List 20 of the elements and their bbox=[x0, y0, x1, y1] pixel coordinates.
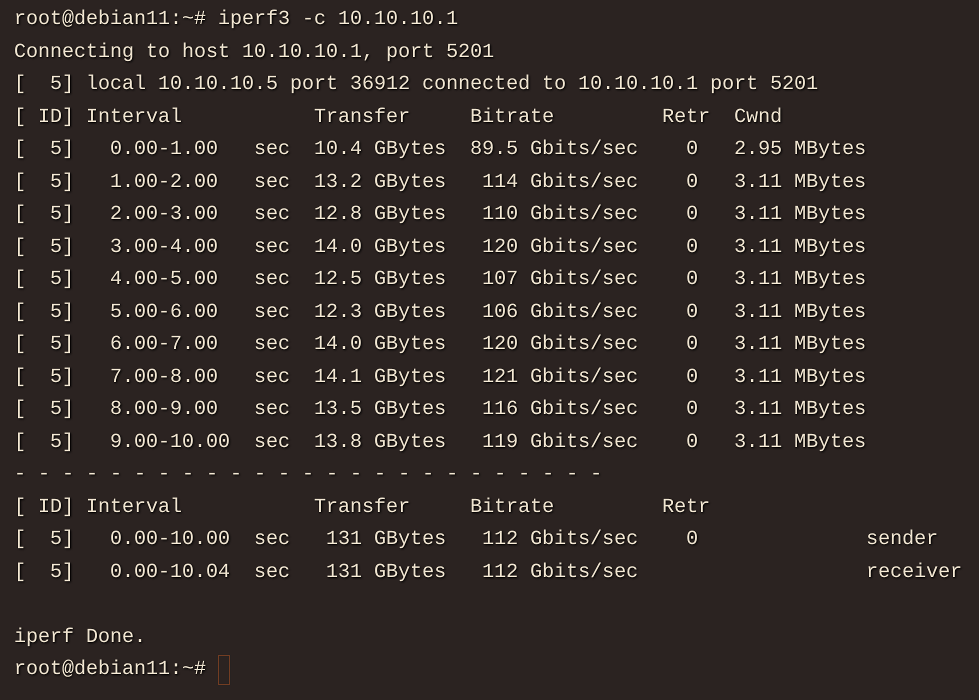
terminal-line: iperf Done. bbox=[14, 624, 146, 650]
terminal-line: - - - - - - - - - - - - - - - - - - - - - - - - - bbox=[14, 462, 602, 488]
terminal-line: [ 5] 8.00-9.00 sec 13.5 GBytes 116 Gbits/sec 0 3.11 MBytes bbox=[14, 397, 866, 423]
terminal-line: root@debian11:~# iperf3 -c 10.10.10.1 bbox=[14, 7, 458, 33]
terminal-line: [ 5] 4.00-5.00 sec 12.5 GBytes 107 Gbits/sec 0 3.11 MBytes bbox=[14, 267, 866, 293]
terminal-line: [ 5] 2.00-3.00 sec 12.8 GBytes 110 Gbits/sec 0 3.11 MBytes bbox=[14, 202, 866, 228]
terminal-line: Connecting to host 10.10.10.1, port 5201 bbox=[14, 40, 494, 66]
terminal-line: [ 5] 0.00-1.00 sec 10.4 GBytes 89.5 Gbits/sec 0 2.95 MBytes bbox=[14, 137, 866, 163]
terminal-line: [ 5] 5.00-6.00 sec 12.3 GBytes 106 Gbits/sec 0 3.11 MBytes bbox=[14, 300, 866, 326]
terminal-line: [ 5] 9.00-10.00 sec 13.8 GBytes 119 Gbits/sec 0 3.11 MBytes bbox=[14, 430, 866, 456]
terminal-line: [ ID] Interval Transfer Bitrate Retr Cwnd bbox=[14, 104, 782, 130]
terminal-line: [ ID] Interval Transfer Bitrate Retr bbox=[14, 494, 710, 520]
terminal-line: [ 5] 6.00-7.00 sec 14.0 GBytes 120 Gbits/sec 0 3.11 MBytes bbox=[14, 332, 866, 358]
terminal-line: [ 5] 7.00-8.00 sec 14.1 GBytes 121 Gbits/sec 0 3.11 MBytes bbox=[14, 364, 866, 390]
terminal-line: [ 5] 0.00-10.04 sec 131 GBytes 112 Gbits/sec receiver bbox=[14, 560, 962, 586]
terminal-line: [ 5] 1.00-2.00 sec 13.2 GBytes 114 Gbits/sec 0 3.11 MBytes bbox=[14, 170, 866, 196]
terminal-line: [ 5] 0.00-10.00 sec 131 GBytes 112 Gbits/sec 0 sender bbox=[14, 527, 938, 553]
terminal-line: [ 5] local 10.10.10.5 port 36912 connected to 10.10.10.1 port 5201 bbox=[14, 72, 818, 98]
shell-prompt: root@debian11:~# bbox=[14, 657, 206, 683]
terminal-line: [ 5] 3.00-4.00 sec 14.0 GBytes 120 Gbits/sec 0 3.11 MBytes bbox=[14, 234, 866, 260]
